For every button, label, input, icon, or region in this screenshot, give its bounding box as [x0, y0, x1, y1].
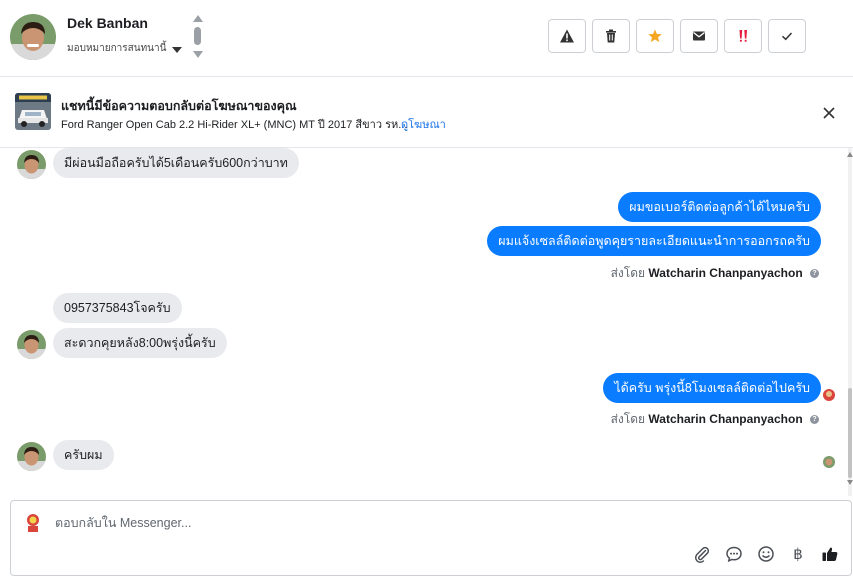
scroll-up-icon[interactable]	[847, 152, 853, 157]
scroll-up-icon[interactable]	[193, 15, 203, 22]
follow-up-button[interactable]	[724, 19, 762, 53]
seen-receipt-avatar	[823, 389, 835, 401]
conversation-toolbar	[548, 19, 806, 53]
view-ad-link[interactable]: ดูโฆษณา	[401, 115, 446, 133]
exclamation-icon	[739, 30, 747, 42]
sent-by-label: ส่งโดย Watcharin Chanpanyachon ?	[611, 264, 819, 283]
mark-unread-button[interactable]	[680, 19, 718, 53]
payment-baht-icon[interactable]: ฿	[789, 545, 807, 563]
composer-toolbar: ฿	[693, 545, 839, 563]
contact-avatar[interactable]	[10, 14, 56, 60]
delete-button[interactable]	[592, 19, 630, 53]
attachment-icon[interactable]	[693, 545, 711, 563]
chevron-down-icon	[172, 46, 183, 53]
ad-description: Ford Ranger Open Cab 2.2 Hi-Rider XL+ (M…	[61, 119, 408, 131]
star-button[interactable]	[636, 19, 674, 53]
baht-symbol: ฿	[793, 545, 803, 563]
spam-button[interactable]	[548, 19, 586, 53]
ad-banner-title: แชทนี้มีข้อความตอบกลับต่อโฆษณาของคุณ	[61, 99, 297, 113]
ad-thumbnail[interactable]	[15, 93, 51, 130]
sent-by-prefix: ส่งโดย	[610, 412, 646, 426]
contact-avatar-small[interactable]	[17, 330, 46, 359]
star-icon	[648, 29, 662, 43]
check-icon	[781, 32, 793, 41]
thread-scrollbar[interactable]	[847, 148, 853, 496]
outgoing-message[interactable]: ได้ครับ พรุ่งนี้8โมงเซลล์ติดต่อไปครับ	[603, 373, 821, 403]
sent-by-label: ส่งโดย Watcharin Chanpanyachon ?	[611, 410, 819, 429]
seen-receipt-avatar	[823, 456, 835, 468]
header-scroll-widget[interactable]	[192, 15, 204, 61]
emoji-icon[interactable]	[757, 545, 775, 563]
conversation-header: Dek Banban มอบหมายการสนทนานี้	[0, 0, 853, 77]
thumbs-up-icon[interactable]	[821, 545, 839, 563]
page-avatar	[22, 511, 44, 533]
trash-icon	[606, 29, 616, 43]
incoming-message[interactable]: มีผ่อนมือถือครับได้5เดือนครับ600กว่าบาท	[53, 148, 299, 178]
sent-by-name: Watcharin Chanpanyachon	[648, 266, 803, 280]
saved-reply-icon[interactable]	[725, 545, 743, 563]
envelope-icon	[693, 31, 705, 41]
assign-label: มอบหมายการสนทนานี้	[67, 43, 167, 54]
incoming-message[interactable]: สะดวกคุยหลัง8:00พรุ่งนี้ครับ	[53, 328, 227, 358]
warning-icon	[560, 29, 574, 43]
scroll-down-icon[interactable]	[847, 480, 853, 485]
scroll-thumb[interactable]	[194, 27, 201, 45]
scrollbar-thumb[interactable]	[848, 388, 852, 478]
close-icon[interactable]	[820, 104, 838, 122]
ad-reply-banner: แชทนี้มีข้อความตอบกลับต่อโฆษณาของคุณ For…	[0, 77, 853, 148]
assign-dropdown[interactable]: มอบหมายการสนทนานี้	[67, 41, 183, 56]
reply-composer: ฿	[10, 500, 852, 576]
sent-by-prefix: ส่งโดย	[610, 266, 646, 280]
incoming-message[interactable]: ครับผม	[53, 440, 114, 470]
contact-name[interactable]: Dek Banban	[67, 15, 148, 31]
help-icon[interactable]: ?	[810, 269, 819, 279]
help-icon[interactable]: ?	[810, 415, 819, 425]
contact-avatar-small[interactable]	[17, 150, 46, 179]
reply-input[interactable]	[55, 511, 755, 535]
contact-avatar-small[interactable]	[17, 442, 46, 471]
outgoing-message[interactable]: ผมขอเบอร์ติดต่อลูกค้าได้ไหมครับ	[618, 192, 821, 222]
incoming-message[interactable]: 0957375843โจครับ	[53, 293, 182, 323]
scroll-down-icon[interactable]	[193, 51, 203, 58]
done-button[interactable]	[768, 19, 806, 53]
message-thread[interactable]: มีผ่อนมือถือครับได้5เดือนครับ600กว่าบาท …	[0, 148, 853, 496]
sent-by-name: Watcharin Chanpanyachon	[648, 412, 803, 426]
outgoing-message[interactable]: ผมแจ้งเซลล์ติดต่อพูดคุยรายละเอียดแนะนำกา…	[487, 226, 821, 256]
